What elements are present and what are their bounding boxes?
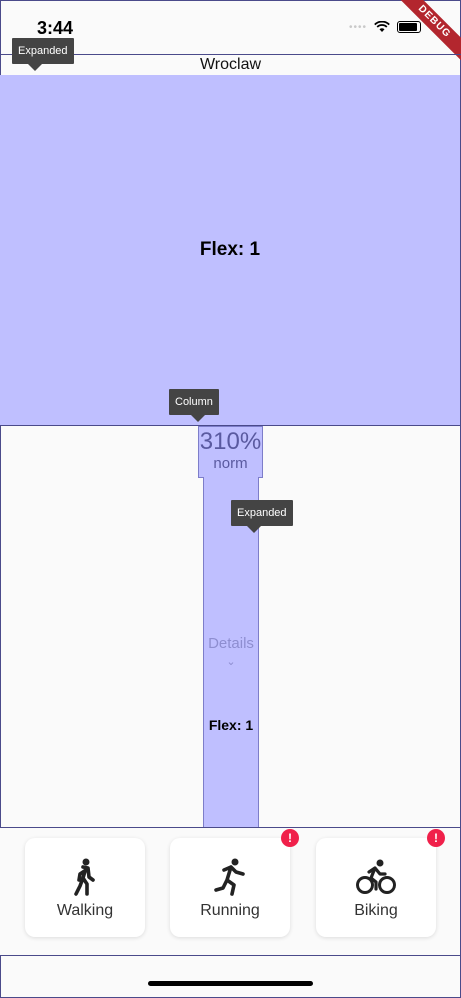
chevron-down-icon[interactable]: ⌄: [204, 655, 258, 668]
running-icon: [170, 858, 290, 898]
column-widget[interactable]: 310% norm: [198, 426, 263, 478]
activity-bar: Walking Running ! Biking !: [0, 827, 460, 956]
signal-icon: ••••: [348, 21, 367, 33]
wifi-icon: [374, 21, 390, 32]
alert-badge-running: !: [281, 829, 299, 847]
norm-label: norm: [213, 455, 248, 472]
activity-card-running[interactable]: Running !: [170, 829, 299, 937]
tooltip-column: Column: [169, 389, 219, 422]
home-indicator[interactable]: [148, 981, 313, 986]
status-icons: ••••: [349, 21, 421, 33]
biking-icon: [316, 858, 436, 898]
alert-badge-biking: !: [427, 829, 445, 847]
tooltip-expanded-bottom: Expanded: [231, 500, 293, 533]
activity-label-running: Running: [200, 902, 260, 919]
activity-label-walking: Walking: [56, 902, 114, 919]
flex-label-bottom: Flex: 1: [208, 717, 254, 733]
activity-card-walking[interactable]: Walking: [25, 838, 145, 937]
flex-label-top: Flex: 1: [199, 239, 261, 260]
activity-label-biking: Biking: [354, 902, 398, 919]
battery-icon: [397, 21, 421, 33]
expanded-top-panel[interactable]: Flex: 1: [0, 75, 460, 426]
status-time: 3:44: [37, 18, 74, 38]
activity-card-biking[interactable]: Biking !: [316, 829, 445, 937]
percent-value: 310%: [199, 428, 262, 455]
tooltip-expanded-top: Expanded: [12, 38, 74, 71]
details-label[interactable]: Details: [204, 635, 258, 652]
walking-icon: [25, 858, 145, 898]
